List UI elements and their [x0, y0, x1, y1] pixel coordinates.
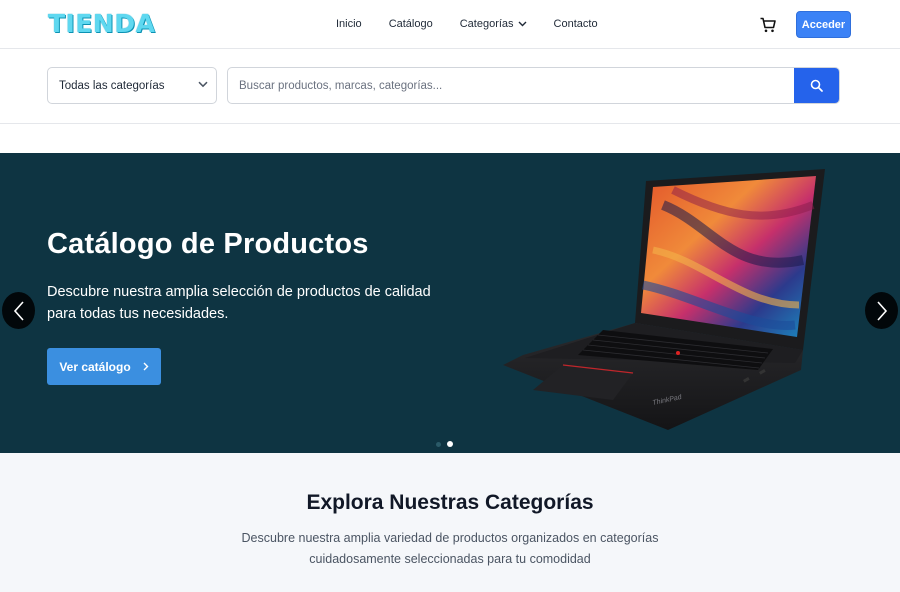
view-catalog-label: Ver catálogo	[59, 359, 131, 374]
category-select[interactable]: Todas las categorías	[47, 67, 217, 104]
hero-title: Catálogo de Productos	[47, 228, 369, 260]
nav-link-categorias[interactable]: Categorías	[460, 18, 527, 30]
hero-description: Descubre nuestra amplia selección de pro…	[47, 284, 431, 322]
categories-section: Explora Nuestras Categorías Descubre nue…	[0, 453, 900, 592]
search-button[interactable]	[794, 68, 839, 103]
navbar: TIENDA Inicio Catálogo Categorías Contac…	[0, 0, 900, 49]
nav-link-contacto[interactable]: Contacto	[554, 18, 598, 30]
search-box	[227, 67, 840, 104]
login-button[interactable]: Acceder	[796, 11, 851, 38]
carousel-dot-2[interactable]	[447, 441, 453, 447]
view-catalog-button[interactable]: Ver catálogo	[47, 348, 161, 385]
laptop-image: ThinkPad	[503, 169, 825, 430]
chevron-down-icon	[198, 81, 208, 88]
carousel-prev-button[interactable]	[2, 292, 35, 329]
categories-title: Explora Nuestras Categorías	[306, 491, 594, 514]
carousel-indicators	[436, 441, 453, 447]
chevron-left-icon	[13, 300, 24, 321]
category-select-value: Todas las categorías	[59, 79, 165, 92]
search-bar-section: Todas las categorías	[0, 49, 900, 124]
nav-link-catalogo[interactable]: Catálogo	[389, 18, 433, 30]
main-nav: Inicio Catálogo Categorías Contacto	[336, 18, 625, 30]
carousel-dot-1[interactable]	[436, 441, 441, 447]
chevron-right-icon	[143, 362, 149, 371]
hero-carousel: Catálogo de Productos Descubre nuestra a…	[0, 153, 900, 453]
search-input[interactable]	[228, 68, 795, 103]
logo[interactable]: TIENDA	[48, 9, 155, 38]
shopping-cart-icon[interactable]	[759, 16, 777, 34]
nav-link-inicio[interactable]: Inicio	[336, 18, 362, 30]
search-icon	[810, 79, 823, 92]
carousel-next-button[interactable]	[865, 292, 898, 329]
categories-description: Descubre nuestra amplia variedad de prod…	[241, 531, 659, 566]
nav-link-categorias-label: Categorías	[459, 18, 514, 30]
chevron-down-icon	[518, 21, 527, 27]
chevron-right-icon	[876, 300, 887, 321]
